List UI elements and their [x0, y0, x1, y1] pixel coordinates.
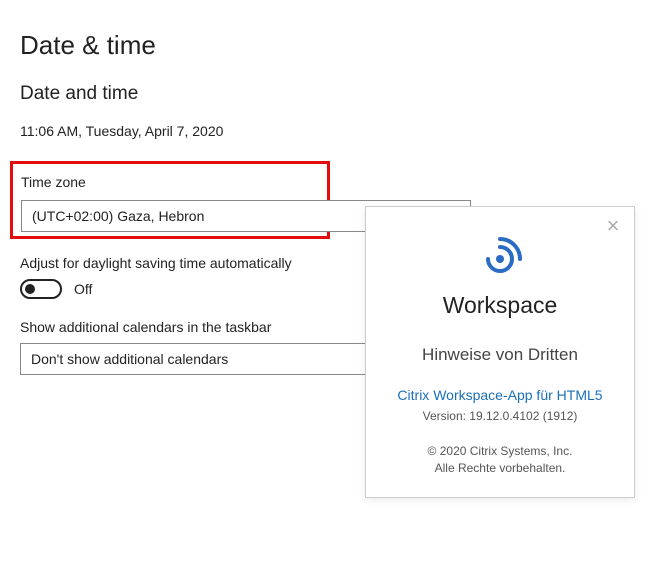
timezone-label: Time zone [21, 174, 319, 190]
timezone-highlight: Time zone (UTC+02:00) Gaza, Hebron [10, 161, 330, 239]
popup-copyright: © 2020 Citrix Systems, Inc. Alle Rechte … [382, 443, 618, 477]
copyright-line1: © 2020 Citrix Systems, Inc. [382, 443, 618, 460]
popup-version: Version: 19.12.0.4102 (1912) [382, 409, 618, 423]
popup-brand: Workspace [382, 292, 618, 319]
current-datetime: 11:06 AM, Tuesday, April 7, 2020 [20, 123, 628, 139]
calendars-value: Don't show additional calendars [31, 351, 228, 367]
copyright-line2: Alle Rechte vorbehalten. [382, 460, 618, 477]
dst-toggle[interactable] [20, 279, 62, 299]
popup-link[interactable]: Citrix Workspace-App für HTML5 [382, 387, 618, 403]
about-popup: × Workspace Hinweise von Dritten Citrix … [365, 206, 635, 498]
popup-subtitle: Hinweise von Dritten [382, 345, 618, 365]
close-icon[interactable]: × [602, 215, 624, 237]
dst-state: Off [74, 281, 92, 297]
toggle-knob [25, 284, 35, 294]
section-title: Date and time [20, 83, 628, 105]
timezone-value: (UTC+02:00) Gaza, Hebron [32, 208, 204, 224]
page-title: Date & time [20, 30, 628, 61]
workspace-logo-icon [382, 237, 618, 284]
